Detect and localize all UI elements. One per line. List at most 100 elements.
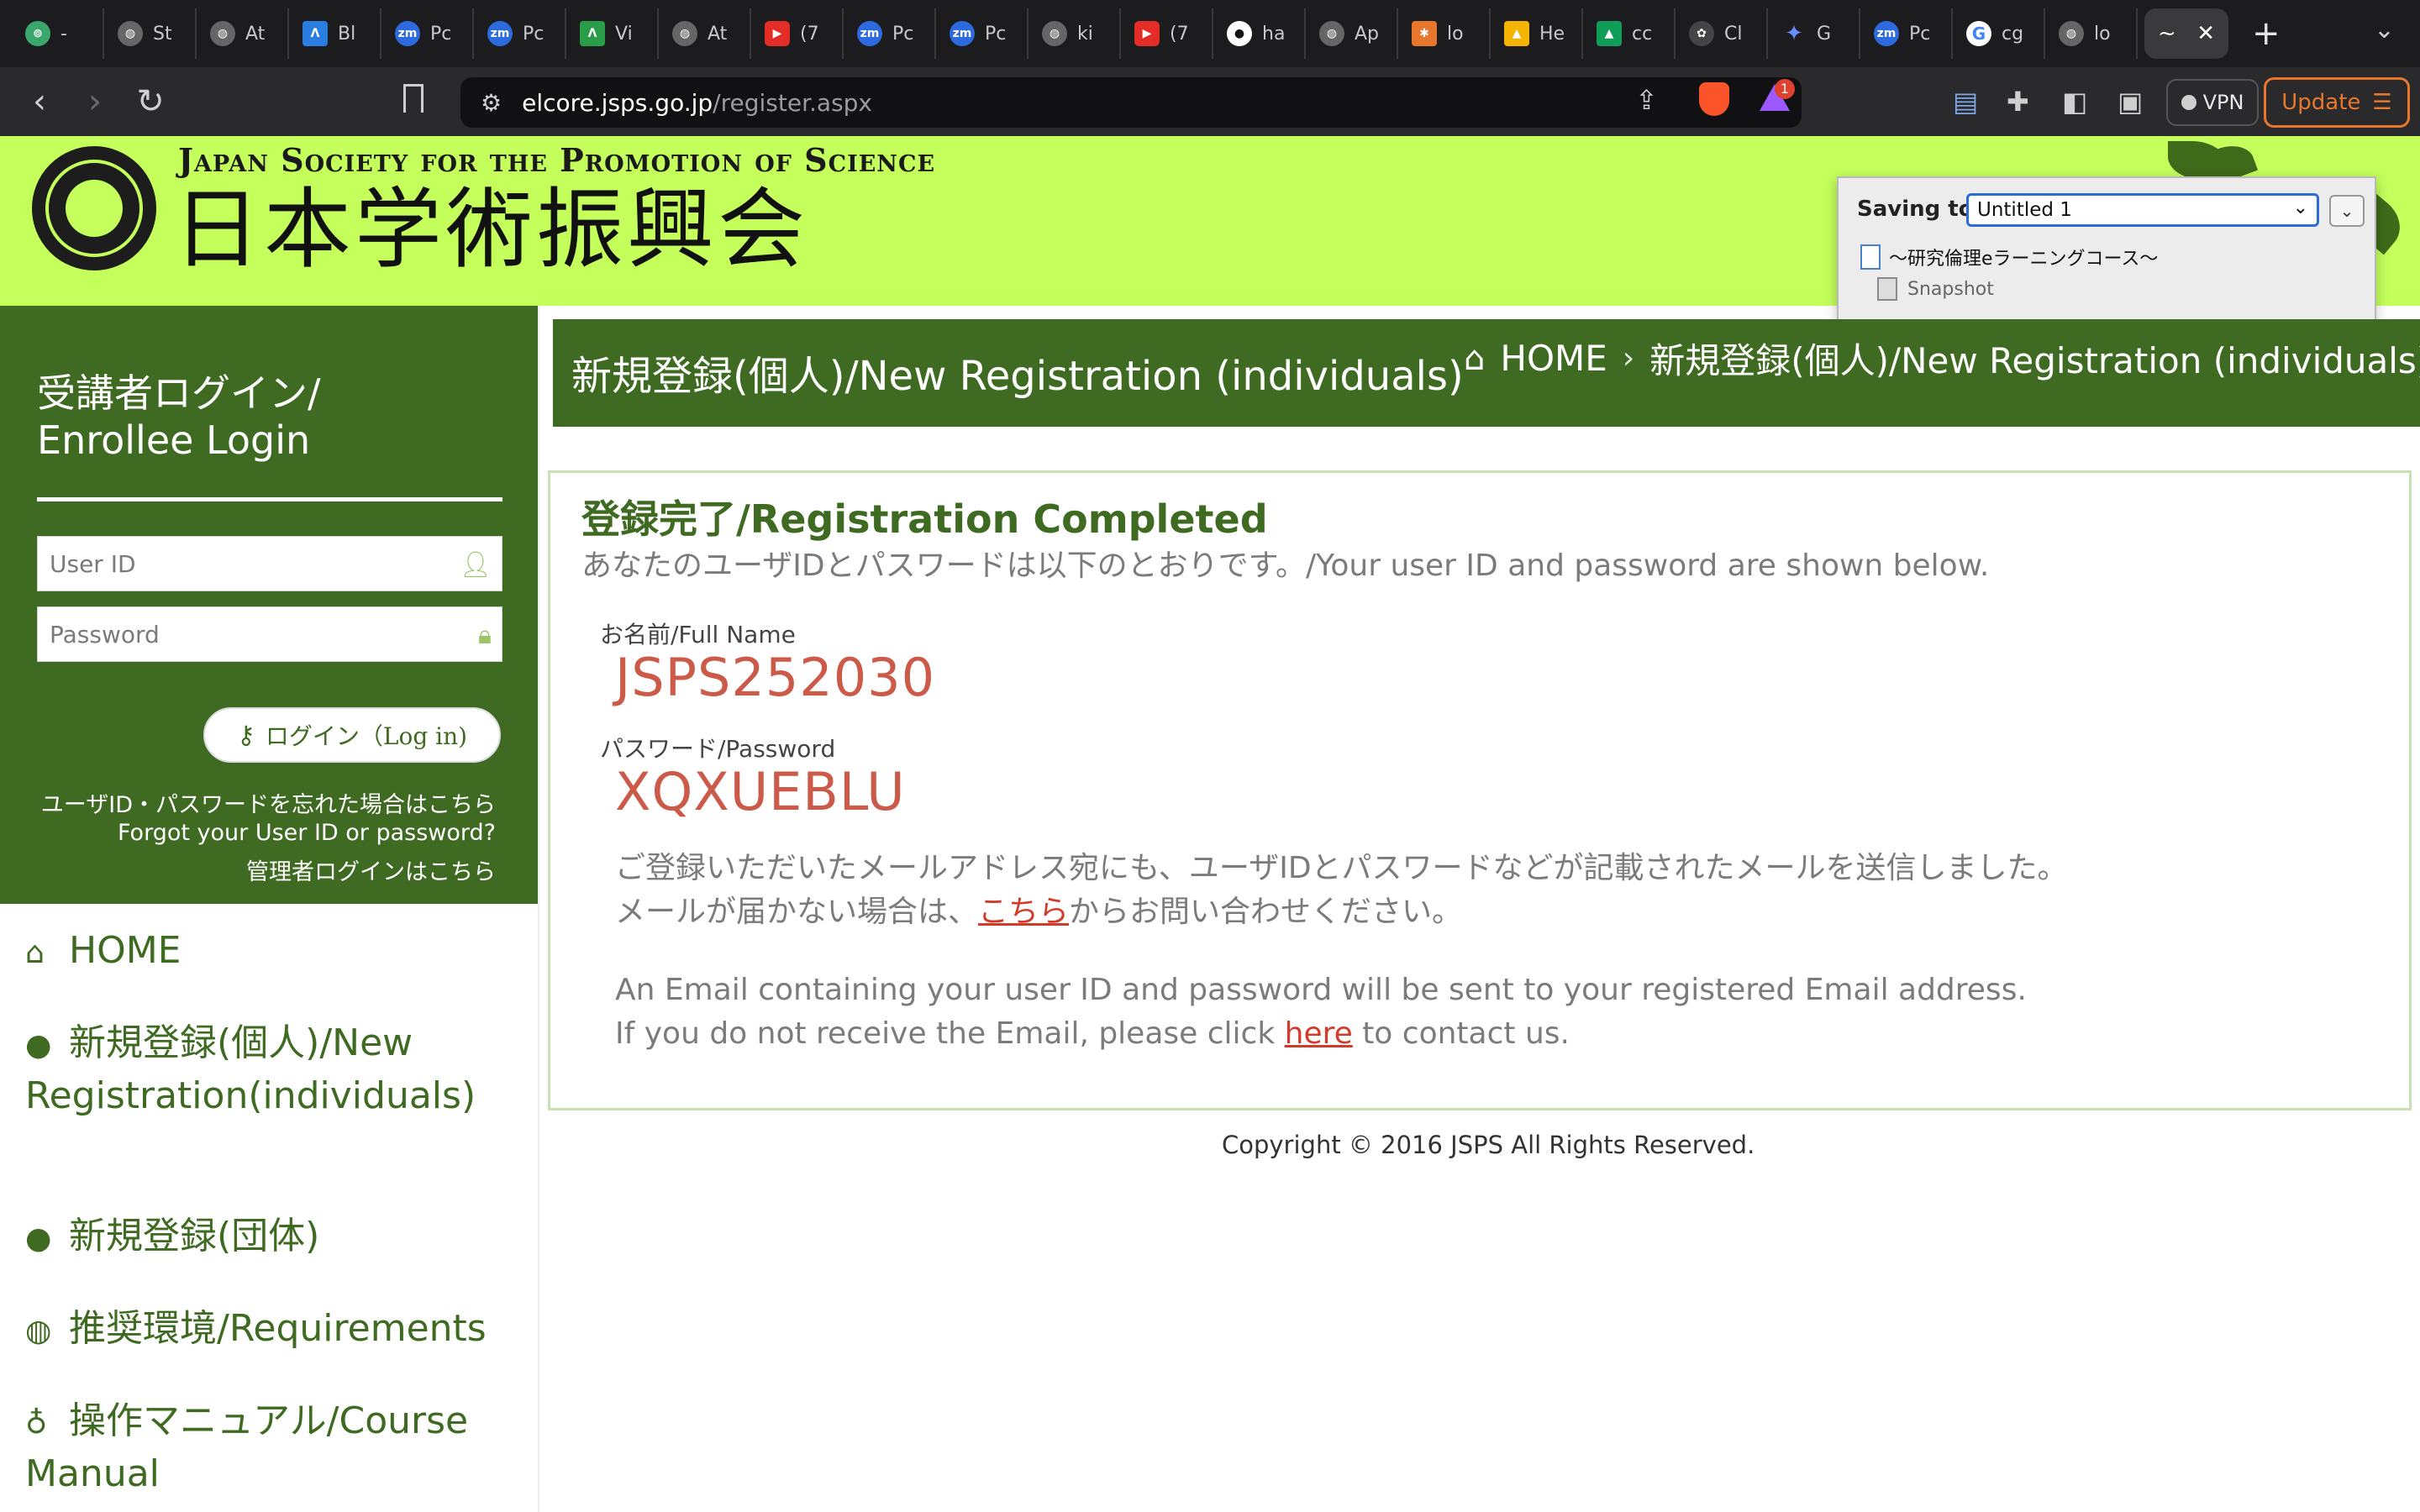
browser-tab[interactable]: ● ha — [1213, 8, 1306, 59]
browser-tab[interactable]: zm Pc — [1860, 8, 1953, 59]
key-icon: ⚷ — [236, 720, 255, 750]
overleaf-icon: ✱ — [1412, 21, 1437, 46]
notice-en-line-2: If you do not receive the Email, please … — [615, 1016, 1570, 1051]
browser-tab[interactable]: ⊚ - — [12, 8, 104, 59]
login-button[interactable]: ⚷ ログイン（Log in) — [203, 707, 501, 763]
sidebar-item-home[interactable]: ⌂ HOME — [25, 926, 181, 979]
saved-document[interactable]: ～研究倫理eラーニングコース～ — [1860, 244, 2158, 270]
zoom-icon: zm — [950, 21, 975, 46]
browser-tab[interactable]: ◍ Ap — [1306, 8, 1398, 59]
back-button[interactable]: ‹ — [12, 82, 67, 121]
browser-tab[interactable]: Gcg — [1953, 8, 2045, 59]
browser-tab[interactable]: ◍ lo — [2045, 8, 2138, 59]
browser-tab[interactable]: Λ Vi — [566, 8, 659, 59]
divider — [37, 497, 502, 501]
app-icon: ⊚ — [25, 21, 50, 46]
bookmark-icon[interactable] — [403, 84, 424, 113]
address-bar[interactable]: ⚙ elcore.jsps.go.jp/register.aspx — [460, 77, 1802, 128]
sidebar-item-course-manual[interactable]: ♁ 操作マニュアル/Course Manual — [25, 1396, 496, 1499]
github-icon: ● — [1227, 21, 1252, 46]
update-button[interactable]: Update ☰ — [2264, 77, 2410, 128]
browser-tab-bar: ⊚ - ◍ St ◍ At Λ Bl zm Pc zm Pc Λ Vi ◍ At ▶ (7 zm P… — [0, 0, 2420, 67]
chevron-down-icon[interactable]: ⌄ — [2374, 15, 2395, 45]
browser-tab[interactable]: zm Pc — [474, 8, 566, 59]
close-icon[interactable]: ✕ — [2196, 21, 2215, 46]
zoom-icon: zm — [487, 21, 513, 46]
admin-login-link[interactable]: 管理者ログインはこちら — [246, 853, 496, 886]
user-id-input[interactable] — [50, 549, 453, 578]
home-icon[interactable]: ⌂ — [1464, 339, 1485, 378]
full-name-value: JSPS252030 — [615, 647, 936, 708]
contact-link-jp[interactable]: こちら — [978, 895, 1069, 929]
globe-icon: ◍ — [118, 21, 143, 46]
forgot-credentials-link-en[interactable]: Forgot your User ID or password? — [118, 820, 496, 846]
browser-tab[interactable]: ✱ lo — [1398, 8, 1491, 59]
url-host: elcore.jsps.go.jp — [522, 88, 713, 117]
browser-tab[interactable]: ✦ G — [1768, 8, 1860, 59]
vpn-status-icon — [2181, 95, 2196, 110]
sidebar-item-requirements[interactable]: ◍ 推奨環境/Requirements — [25, 1304, 487, 1357]
org-name-en: Japan Society for the Promotion of Scien… — [178, 141, 936, 179]
chevron-right-icon: › — [1622, 341, 1635, 375]
browser-tab[interactable]: zm Pc — [381, 8, 474, 59]
jsps-seal-logo — [32, 146, 156, 270]
browser-tab[interactable]: Λ Bl — [289, 8, 381, 59]
sidebar-divider — [538, 306, 539, 1512]
lock-icon: 🔒︎ — [478, 621, 492, 650]
site-settings-icon[interactable]: ⚙ — [481, 89, 502, 117]
browser-tab[interactable]: ▶ (7 — [751, 8, 844, 59]
home-icon: ⌂ — [25, 936, 45, 970]
reader-icon[interactable]: ▤ — [1953, 86, 1978, 118]
reload-button[interactable]: ↻ — [123, 82, 178, 121]
notebook-select[interactable]: Untitled 1 ⌄ — [1966, 193, 2319, 227]
wallet-icon[interactable]: ▣ — [2118, 86, 2143, 118]
browser-tab[interactable]: ◍ At — [197, 8, 289, 59]
globe-icon: ◍ — [210, 21, 235, 46]
vpn-button[interactable]: VPN — [2166, 79, 2259, 126]
password-field[interactable]: 🔒︎ — [37, 606, 502, 662]
options-dropdown-button[interactable]: ⌄ — [2329, 195, 2365, 227]
page-icon — [1860, 244, 1881, 270]
snapshot-icon — [1877, 277, 1897, 301]
sidebar-icon[interactable]: ◧ — [2062, 86, 2087, 118]
page-title: 新規登録(個人)/New Registration (individuals) — [571, 353, 1464, 400]
openai-icon: ✿ — [1689, 21, 1714, 46]
browser-tab[interactable]: zm Pc — [936, 8, 1028, 59]
browser-tab[interactable]: ◍ ki — [1028, 8, 1121, 59]
forgot-credentials-link-jp[interactable]: ユーザID・パスワードを忘れた場合はこちら — [41, 786, 496, 819]
globe-icon: ◍ — [2059, 21, 2084, 46]
browser-tab[interactable]: ✿ Cl — [1676, 8, 1768, 59]
password-value: XQXUEBLU — [615, 761, 906, 822]
sidebar-item-new-registration-individual[interactable]: ● 新規登録(個人)/New Registration(individuals) — [25, 1018, 496, 1121]
apple-tree-icon: Λ — [580, 21, 605, 46]
user-id-field[interactable]: 👤︎ — [37, 536, 502, 591]
breadcrumb: ⌂ HOME › 新規登録(個人)/New Registration (indi… — [1464, 333, 2420, 384]
new-tab-button[interactable]: + — [2252, 14, 2281, 53]
contact-link-en[interactable]: here — [1285, 1016, 1353, 1051]
browser-tab[interactable]: ◍ St — [104, 8, 197, 59]
youtube-icon: ▶ — [1134, 21, 1160, 46]
url-path: /register.aspx — [713, 88, 873, 117]
browser-tab[interactable]: ▶ (7 — [1121, 8, 1213, 59]
breadcrumb-current: 新規登録(個人)/New Registration (individuals) — [1649, 340, 2420, 381]
zoom-icon: zm — [1874, 21, 1899, 46]
browser-tab-active[interactable]: ~ ✕ — [2144, 8, 2228, 59]
password-input[interactable] — [50, 620, 453, 648]
browser-tab[interactable]: zm Pc — [844, 8, 936, 59]
globe-icon: ◍ — [1042, 21, 1067, 46]
browser-tab[interactable]: ▲ cc — [1583, 8, 1676, 59]
card-subtitle: あなたのユーザIDとパスワードは以下のとおりです。/Your user ID a… — [581, 549, 1990, 583]
youtube-icon: ▶ — [765, 21, 790, 46]
zoom-icon: zm — [395, 21, 420, 46]
password-label: パスワード/Password — [600, 735, 836, 763]
breadcrumb-home[interactable]: HOME — [1500, 338, 1607, 379]
globe-icon: ◍ — [1319, 21, 1344, 46]
forward-button[interactable]: › — [67, 82, 123, 121]
browser-tab[interactable]: ▲ He — [1491, 8, 1583, 59]
snapshot-item[interactable]: Snapshot — [1877, 277, 1994, 301]
share-icon[interactable]: ⇪ — [1635, 84, 1658, 116]
sidebar-item-new-registration-group[interactable]: ● 新規登録(団体) — [25, 1211, 319, 1264]
browser-tab[interactable]: ◍ At — [659, 8, 751, 59]
brave-shield-icon[interactable] — [1699, 82, 1729, 116]
extensions-icon[interactable]: ✚ — [2007, 86, 2029, 118]
